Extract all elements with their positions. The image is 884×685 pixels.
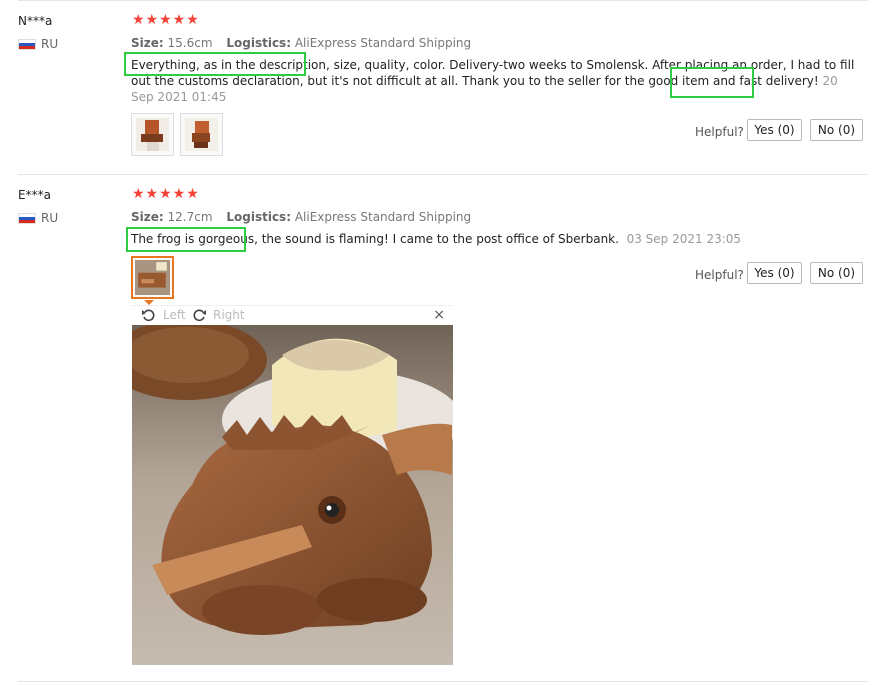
review-photo-thumbnail[interactable] xyxy=(131,113,174,156)
review-photo-enlarged xyxy=(132,325,453,665)
frog-photo-icon xyxy=(185,118,218,151)
logistics-value: AliExpress Standard Shipping xyxy=(294,210,472,224)
rotate-right-button[interactable]: Right xyxy=(191,308,245,322)
photo-viewer-toolbar: Left Right × xyxy=(131,305,453,326)
review-photo-thumbnail[interactable] xyxy=(180,113,223,156)
highlight-box xyxy=(670,67,754,98)
logistics-value: AliExpress Standard Shipping xyxy=(294,36,472,50)
frog-photo-icon xyxy=(136,118,169,151)
helpful-label: Helpful? xyxy=(695,125,744,139)
order-info: Size: 15.6cm Logistics: AliExpress Stand… xyxy=(131,36,471,50)
reviewer-country: RU xyxy=(18,37,58,51)
country-code: RU xyxy=(41,37,59,51)
review-date: 20 xyxy=(822,74,838,88)
highlight-box xyxy=(126,227,246,252)
size-label: Size: xyxy=(131,36,164,50)
frog-photo-icon xyxy=(135,260,170,295)
reviewer-name: E***a xyxy=(18,188,51,202)
rotate-left-label: Left xyxy=(163,308,186,322)
yes-helpful-button[interactable]: Yes (0) xyxy=(747,119,802,141)
country-code: RU xyxy=(41,211,59,225)
reviewer-country: RU xyxy=(18,211,58,225)
review-photo-thumbnail-selected[interactable] xyxy=(131,256,174,299)
review-divider xyxy=(18,174,868,175)
bottom-divider xyxy=(18,681,868,682)
size-value: 12.7cm xyxy=(167,210,213,224)
reviewer-name: N***a xyxy=(18,14,53,28)
star-rating: ★★★★★ xyxy=(132,12,200,28)
size-value: 15.6cm xyxy=(167,36,213,50)
russia-flag-icon xyxy=(18,212,36,224)
close-viewer-button[interactable]: × xyxy=(433,307,445,323)
star-rating: ★★★★★ xyxy=(132,186,200,202)
rotate-left-icon xyxy=(142,309,155,322)
helpful-label: Helpful? xyxy=(695,268,744,282)
review-date: 03 Sep 2021 23:05 xyxy=(626,232,742,246)
rotate-right-icon xyxy=(193,309,206,322)
rotate-left-button[interactable]: Left xyxy=(141,308,186,322)
highlight-box xyxy=(124,52,306,76)
no-helpful-button[interactable]: No (0) xyxy=(810,119,863,141)
order-info: Size: 12.7cm Logistics: AliExpress Stand… xyxy=(131,210,471,224)
logistics-label: Logistics: xyxy=(226,36,291,50)
logistics-label: Logistics: xyxy=(226,210,291,224)
size-label: Size: xyxy=(131,210,164,224)
no-helpful-button[interactable]: No (0) xyxy=(810,262,863,284)
top-divider xyxy=(18,0,868,1)
yes-helpful-button[interactable]: Yes (0) xyxy=(747,262,802,284)
russia-flag-icon xyxy=(18,38,36,50)
rotate-right-label: Right xyxy=(213,308,245,322)
